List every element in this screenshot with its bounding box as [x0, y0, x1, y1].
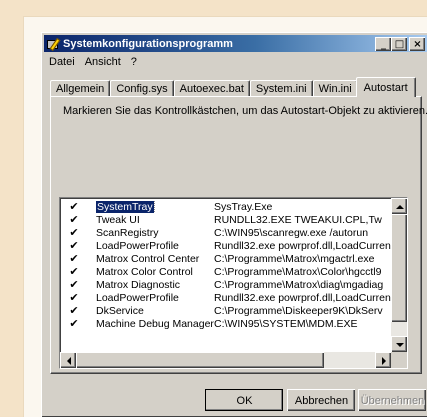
- scroll-down-button[interactable]: [391, 336, 407, 352]
- item-name: Matrox Diagnostic: [96, 279, 214, 291]
- item-name-text: DkService: [96, 304, 144, 317]
- tab-config-sys[interactable]: Config.sys: [110, 80, 174, 97]
- cancel-button[interactable]: Abbrechen: [287, 389, 355, 411]
- checkbox[interactable]: ✔: [68, 278, 80, 291]
- arrow-up-icon: [395, 204, 404, 209]
- item-command: Rundll32.exe powrprof.dll,LoadCurren: [214, 239, 391, 252]
- vertical-scroll-thumb[interactable]: [391, 214, 407, 322]
- item-name: SystemTray: [96, 200, 214, 213]
- checkbox[interactable]: ✔: [68, 317, 80, 330]
- checkbox[interactable]: ✔: [68, 226, 80, 239]
- title-buttons: _ □ ×: [375, 37, 425, 51]
- arrow-down-icon: [395, 342, 404, 347]
- list-item[interactable]: ✔ Matrox Control Center C:\Programme\Matro…: [62, 252, 391, 265]
- item-name-text: ScanRegistry: [96, 226, 159, 239]
- close-button[interactable]: ×: [409, 37, 425, 51]
- tab-system-ini[interactable]: System.ini: [249, 80, 313, 97]
- item-name-text: Matrox Color Control: [96, 265, 193, 278]
- tab-win-ini[interactable]: Win.ini: [312, 80, 358, 97]
- startup-list[interactable]: ✔ SystemTray SysTray.Exe ✔ Tweak UI RUNDLL32.…: [59, 197, 408, 369]
- item-command: C:\Programme\Matrox\mgactrl.exe: [214, 252, 375, 265]
- list-item[interactable]: ✔ Matrox Color Control C:\Programme\Matrox…: [62, 265, 391, 278]
- item-command: C:\Programme\Diskeeper9K\DkServ: [214, 304, 383, 317]
- menu-ansicht[interactable]: Ansicht: [80, 56, 126, 68]
- item-name-text: LoadPowerProfile: [96, 239, 179, 252]
- item-name-text: LoadPowerProfile: [96, 291, 179, 304]
- item-command: SysTray.Exe: [214, 200, 273, 213]
- scroll-right-button[interactable]: [375, 352, 391, 368]
- startup-rows: ✔ SystemTray SysTray.Exe ✔ Tweak UI RUNDLL32.…: [62, 200, 391, 352]
- scroll-left-button[interactable]: [60, 352, 76, 368]
- menu-datei[interactable]: Datei: [44, 56, 80, 68]
- item-name-text: Matrox Control Center: [96, 252, 200, 265]
- checkbox[interactable]: ✔: [68, 265, 80, 278]
- system-config-window: Systemkonfigurationsprogramm _ □ × Datei…: [41, 32, 427, 417]
- title-bar[interactable]: Systemkonfigurationsprogramm _ □ ×: [44, 35, 427, 52]
- item-name-text: SystemTray: [96, 200, 155, 213]
- menu-help[interactable]: ?: [126, 56, 142, 68]
- ok-button[interactable]: OK: [205, 389, 283, 411]
- list-item[interactable]: ✔ Tweak UI RUNDLL32.EXE TWEAKUI.CPL,Tw: [62, 213, 391, 226]
- item-name: Tweak UI: [96, 214, 214, 226]
- scroll-up-button[interactable]: [391, 198, 407, 214]
- list-item[interactable]: ✔ DkService C:\Programme\Diskeeper9K\DkSer…: [62, 304, 391, 317]
- list-item[interactable]: ✔ ScanRegistry C:\WIN95\scanregw.exe /auto…: [62, 226, 391, 239]
- horizontal-scrollbar[interactable]: [60, 352, 391, 368]
- item-name: Matrox Control Center: [96, 253, 214, 265]
- list-item[interactable]: ✔ Machine Debug Manager C:\WIN95\SYSTEM\MD…: [62, 317, 391, 330]
- item-name-text: Tweak UI: [96, 213, 140, 226]
- item-name: LoadPowerProfile: [96, 292, 214, 304]
- list-item[interactable]: ✔ LoadPowerProfile Rundll32.exe powrprof.d…: [62, 291, 391, 304]
- tab-autoexec-bat[interactable]: Autoexec.bat: [173, 80, 250, 97]
- list-item[interactable]: ✔ SystemTray SysTray.Exe: [62, 200, 391, 213]
- item-name: Matrox Color Control: [96, 266, 214, 278]
- apply-button[interactable]: Übernehmen: [358, 389, 426, 411]
- minimize-button[interactable]: _: [375, 37, 391, 51]
- window-title: Systemkonfigurationsprogramm: [63, 37, 233, 50]
- vertical-scrollbar[interactable]: [391, 198, 407, 352]
- menu-bar: Datei Ansicht ?: [44, 54, 142, 70]
- checkbox[interactable]: ✔: [68, 239, 80, 252]
- item-name: Machine Debug Manager: [96, 318, 214, 330]
- checkbox[interactable]: ✔: [68, 213, 80, 226]
- item-name-text: Matrox Diagnostic: [96, 278, 181, 291]
- arrow-left-icon: [66, 356, 71, 365]
- item-command: RUNDLL32.EXE TWEAKUI.CPL,Tw: [214, 213, 382, 226]
- item-command: C:\WIN95\scanregw.exe /autorun: [214, 226, 369, 239]
- arrow-right-icon: [381, 356, 386, 365]
- checkbox[interactable]: ✔: [68, 252, 80, 265]
- tab-allgemein[interactable]: Allgemein: [50, 80, 111, 97]
- scrollbar-corner: [391, 352, 407, 368]
- item-command: C:\Programme\Matrox\diag\mgadiag: [214, 278, 384, 291]
- checkbox[interactable]: ✔: [68, 200, 80, 213]
- item-command: C:\Programme\Matrox\Color\hgcctl9: [214, 265, 382, 278]
- item-command: Rundll32.exe powrprof.dll,LoadCurren: [214, 291, 391, 304]
- horizontal-scroll-thumb[interactable]: [76, 352, 324, 368]
- autostart-panel: Markieren Sie das Kontrollkästchen, um d…: [50, 96, 427, 374]
- list-item[interactable]: ✔ LoadPowerProfile Rundll32.exe powrprof.d…: [62, 239, 391, 252]
- item-name: DkService: [96, 305, 214, 317]
- checkbox[interactable]: ✔: [68, 304, 80, 317]
- item-name: ScanRegistry: [96, 227, 214, 239]
- item-name-text: Machine Debug Manager: [96, 317, 214, 330]
- item-name: LoadPowerProfile: [96, 240, 214, 252]
- list-item[interactable]: ✔ Matrox Diagnostic C:\Programme\Matrox\di…: [62, 278, 391, 291]
- tab-strip: Allgemein Config.sys Autoexec.bat System…: [50, 77, 416, 97]
- msconfig-app-icon: [46, 37, 61, 51]
- maximize-button[interactable]: □: [391, 37, 407, 51]
- tab-autostart[interactable]: Autostart: [355, 77, 416, 97]
- item-command: C:\WIN95\SYSTEM\MDM.EXE: [214, 317, 358, 330]
- instruction-text: Markieren Sie das Kontrollkästchen, um d…: [63, 105, 427, 117]
- checkbox[interactable]: ✔: [68, 291, 80, 304]
